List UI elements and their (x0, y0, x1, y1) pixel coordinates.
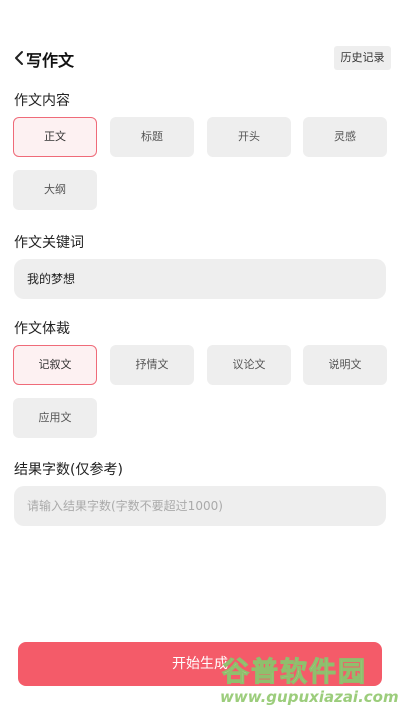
app-header: 写作文 历史记录 (0, 0, 400, 80)
genre-section-label: 作文体裁 (14, 321, 70, 337)
keyword-input[interactable]: 我的梦想 (14, 259, 386, 299)
genre-option-expository[interactable]: 说明文 (303, 345, 387, 385)
page-title: 写作文 (26, 51, 75, 70)
generate-button[interactable]: 开始生成 (18, 642, 382, 686)
content-section-label: 作文内容 (14, 93, 70, 109)
word-count-section-label: 结果字数(仅参考) (14, 462, 123, 478)
word-count-input[interactable]: 请输入结果字数(字数不要超过1000) (14, 486, 386, 526)
genre-option-argumentative[interactable]: 议论文 (207, 345, 291, 385)
history-button[interactable]: 历史记录 (334, 46, 391, 70)
genre-option-lyrical[interactable]: 抒情文 (110, 345, 194, 385)
content-option-title[interactable]: 标题 (110, 117, 194, 157)
keyword-section-label: 作文关键词 (14, 235, 84, 251)
content-option-outline[interactable]: 大纲 (13, 170, 97, 210)
content-option-inspiration[interactable]: 灵感 (303, 117, 387, 157)
content-option-opening[interactable]: 开头 (207, 117, 291, 157)
content-option-body[interactable]: 正文 (13, 117, 97, 157)
watermark-url: www.gupuxiazai.com (220, 688, 399, 706)
genre-option-narrative[interactable]: 记叙文 (13, 345, 97, 385)
genre-option-practical[interactable]: 应用文 (13, 398, 97, 438)
